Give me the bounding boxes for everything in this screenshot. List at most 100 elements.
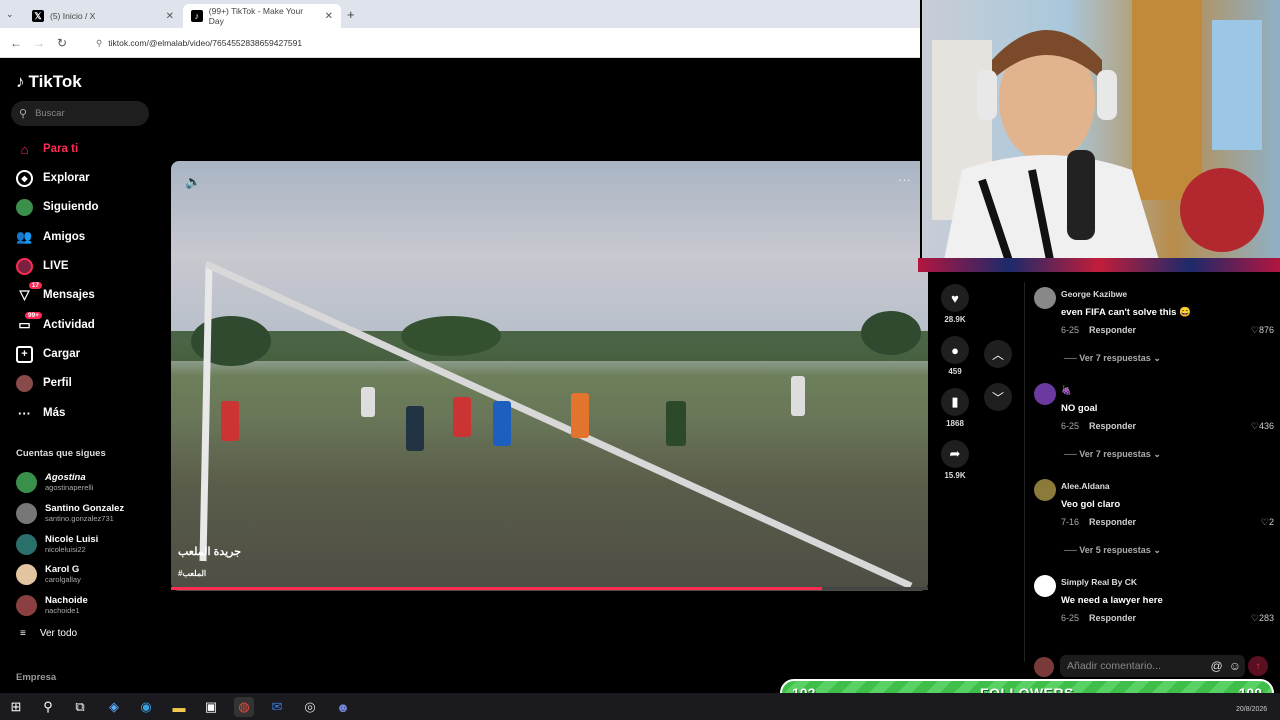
task-view-icon[interactable]: ⧉ <box>70 697 90 717</box>
followed-account[interactable]: Nachoide nachoide1 <box>16 591 88 619</box>
previous-video-button[interactable]: ︿ <box>984 340 1012 368</box>
nav-item-cargar[interactable]: + Cargar <box>16 343 80 365</box>
add-comment-placeholder: Añadir comentario... <box>1067 660 1161 672</box>
chevron-up-icon: ︿ <box>991 347 1004 362</box>
comment-like-button[interactable]: ♡876 <box>1251 325 1274 336</box>
close-icon[interactable]: ✕ <box>166 11 174 22</box>
next-video-button[interactable]: ﹀ <box>984 383 1012 411</box>
mention-icon[interactable]: @ <box>1211 659 1223 673</box>
comment-icon: ● <box>941 336 969 364</box>
followed-account[interactable]: Santino Gonzalez santino.gonzalez731 <box>16 499 124 527</box>
reply-button[interactable]: Responder <box>1089 613 1136 623</box>
video-player[interactable] <box>171 161 928 591</box>
comment-item: Simply Real By CK We need a lawyer here … <box>1034 571 1274 631</box>
nav-item-amigos[interactable]: 👥 Amigos <box>16 226 85 248</box>
nav-label: Amigos <box>43 231 86 243</box>
tiktok-logo[interactable]: ♪ TikTok <box>16 72 82 92</box>
nav-item-perfil[interactable]: Perfil <box>16 372 72 394</box>
tab-title: (99+) TikTok - Make Your Day <box>208 6 304 26</box>
nav-item-para-ti[interactable]: ⌂ Para ti <box>16 138 79 160</box>
comment-text: even FIFA can't solve this 😄 <box>1061 307 1191 318</box>
close-icon[interactable]: ✕ <box>325 11 333 22</box>
nav-item-live[interactable]: LIVE <box>16 255 69 277</box>
followed-account[interactable]: Karol Gcarolgallay <box>16 560 81 588</box>
reply-button[interactable]: Responder <box>1089 325 1136 335</box>
view-replies-button[interactable]: ── Ver 7 respuestas ⌄ <box>1064 449 1161 460</box>
add-comment-input[interactable]: Añadir comentario... @ ☺ <box>1060 655 1245 677</box>
comment-meta: 6-25 Responder <box>1061 421 1136 431</box>
avatar[interactable] <box>1034 575 1056 597</box>
url-field[interactable]: ⚲ tiktok.com/@elmalab/video/765455283865… <box>90 34 910 52</box>
comment-date: 6-25 <box>1061 613 1080 623</box>
following-avatar-icon <box>16 198 33 216</box>
search-icon: ⚲ <box>19 108 28 120</box>
share-button[interactable]: ➦ 15.9K <box>940 440 970 480</box>
store-icon[interactable]: ▣ <box>201 697 221 717</box>
comment-like-button[interactable]: ♡283 <box>1251 613 1274 624</box>
mail-icon[interactable]: ✉ <box>267 697 287 717</box>
obs-icon[interactable]: ◎ <box>300 697 320 717</box>
like-button[interactable]: ♥ 28.9K <box>940 284 970 324</box>
share-icon: ➦ <box>941 440 969 468</box>
save-button[interactable]: ▮ 1868 <box>940 388 970 428</box>
windows-start-icon[interactable]: ⊞ <box>6 697 26 717</box>
url-text: tiktok.com/@elmalab/video/76545528386594… <box>108 38 303 48</box>
tab-tiktok[interactable]: ♪ (99+) TikTok - Make Your Day ✕ <box>183 4 341 28</box>
account-handle: santino.gonzalez731 <box>45 514 114 523</box>
volume-icon[interactable]: 🔈 <box>185 174 201 190</box>
comment-user[interactable]: Alee.Aldana <box>1061 481 1110 491</box>
back-icon[interactable]: ← <box>10 36 22 50</box>
nav-item-actividad[interactable]: ▭ 99+ Actividad <box>16 311 95 336</box>
comment-item: Alee.Aldana Veo gol claro 7-16 Responder … <box>1034 475 1274 565</box>
search-icon[interactable]: ⚲ <box>38 697 58 717</box>
comment-user[interactable]: 🍇 <box>1061 385 1072 396</box>
heart-outline-icon: ♡ <box>1250 613 1259 623</box>
site-info-icon[interactable]: ⚲ <box>96 38 102 49</box>
nav-label: Cargar <box>43 348 81 360</box>
discord-icon[interactable]: ☻ <box>333 697 353 717</box>
see-all-button[interactable]: ≡ Ver todo <box>20 628 77 639</box>
comment-like-button[interactable]: ♡436 <box>1251 421 1274 432</box>
tab-search-icon[interactable]: ⌄ <box>6 9 14 20</box>
send-comment-button[interactable]: ↑ <box>1248 656 1268 676</box>
avatar[interactable] <box>1034 383 1056 405</box>
nav-label: Actividad <box>43 319 95 331</box>
avatar[interactable] <box>1034 479 1056 501</box>
comment-item: George Kazibwe even FIFA can't solve thi… <box>1034 283 1274 373</box>
chrome-icon[interactable]: ◍ <box>234 697 254 717</box>
comment-button[interactable]: ● 459 <box>940 336 970 376</box>
tab-x[interactable]: 𝕏 (5) Inicio / X ✕ <box>24 4 182 28</box>
comment-meta: 7-16 Responder <box>1061 517 1136 527</box>
followed-account[interactable]: Nicole Luisi nicoleluisi22 <box>16 530 98 558</box>
comment-user[interactable]: Simply Real By CK <box>1061 577 1137 587</box>
comment-date: 7-16 <box>1061 517 1080 527</box>
new-tab-button[interactable]: + <box>347 7 355 22</box>
profile-icon <box>16 374 33 392</box>
file-explorer-icon[interactable]: ▬ <box>169 697 189 717</box>
compass-icon: ◆ <box>16 169 33 187</box>
search-input[interactable]: ⚲ Buscar <box>11 101 149 126</box>
messages-badge: 17 <box>28 281 42 289</box>
forward-icon[interactable]: → <box>33 36 45 50</box>
nav-item-mas[interactable]: ··· Más <box>16 402 65 424</box>
edge-icon[interactable]: ◉ <box>136 697 156 717</box>
view-replies-button[interactable]: ── Ver 7 respuestas ⌄ <box>1064 353 1161 364</box>
footer-empresa[interactable]: Empresa <box>16 672 56 683</box>
avatar[interactable] <box>1034 287 1056 309</box>
nav-item-explorar[interactable]: ◆ Explorar <box>16 167 90 189</box>
comment-user[interactable]: George Kazibwe <box>1061 289 1127 299</box>
nav-item-mensajes[interactable]: ▽ 17 Mensajes <box>16 281 95 306</box>
comment-meta: 6-25 Responder <box>1061 325 1136 335</box>
reply-button[interactable]: Responder <box>1089 421 1136 431</box>
copilot-icon[interactable]: ◈ <box>104 697 124 717</box>
reply-button[interactable]: Responder <box>1089 517 1136 527</box>
followed-account[interactable]: Agostina agostinaperelli <box>16 468 93 496</box>
nav-item-siguiendo[interactable]: Siguiendo <box>16 196 99 218</box>
view-replies-button[interactable]: ── Ver 5 respuestas ⌄ <box>1064 545 1161 556</box>
emoji-icon[interactable]: ☺ <box>1229 659 1241 673</box>
video-progress-bar[interactable] <box>171 587 928 590</box>
comment-like-button[interactable]: ♡2 <box>1261 517 1274 528</box>
more-options-icon[interactable]: ··· <box>898 172 911 187</box>
reload-icon[interactable]: ↻ <box>57 36 67 50</box>
video-hashtag[interactable]: #الملعب <box>178 569 206 578</box>
